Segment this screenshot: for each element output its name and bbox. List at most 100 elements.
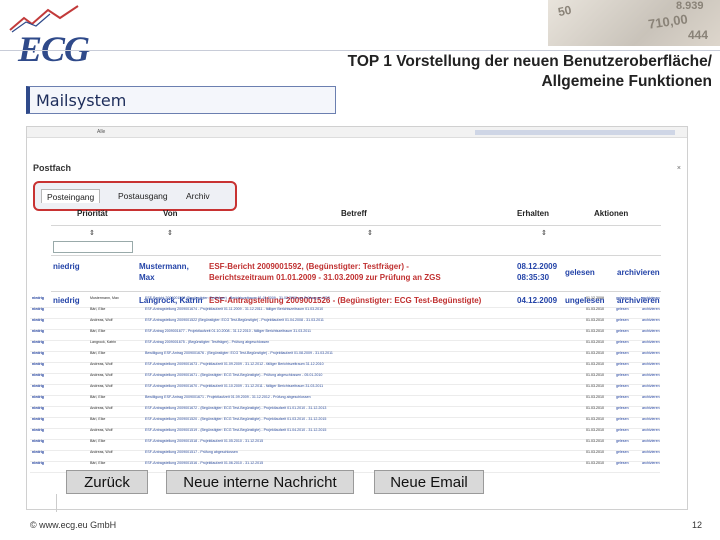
row-divider	[51, 291, 661, 292]
tab-posteingang[interactable]: Posteingang	[41, 189, 101, 203]
list-item-status[interactable]: gelesen	[616, 351, 629, 355]
list-item-sender: Bärl, Elke	[90, 329, 106, 333]
list-item-status[interactable]: gelesen	[616, 439, 629, 443]
list-item-action[interactable]: archivieren	[642, 373, 660, 377]
header-divider	[51, 225, 661, 226]
list-item-subject[interactable]: ESF-Antragstellung 2009001671 - (Begünst…	[145, 373, 595, 377]
list-item-sender: Andreas, Wolf	[90, 406, 113, 410]
list-item-action[interactable]: archivieren	[642, 307, 660, 311]
sort-icon[interactable]: ⇕	[89, 229, 95, 237]
list-item-action[interactable]: archivieren	[642, 329, 660, 333]
tab-archiv[interactable]: Archiv	[181, 189, 215, 203]
list-item-action[interactable]: archivieren	[642, 428, 660, 432]
list-item-subject[interactable]: ESF-Antragstellung 2009001522 (Begünstig…	[145, 318, 595, 322]
subject-line: ESF-Bericht 2009001592, (Begünstigter: T…	[209, 262, 409, 271]
list-item-date: 01.03.2010	[586, 351, 604, 355]
list-item-subject[interactable]: ESF-Antrag 2009001675 - (Begünstigter: T…	[145, 340, 595, 344]
sort-icon[interactable]: ⇕	[367, 229, 373, 237]
list-item-status[interactable]: gelesen	[616, 428, 629, 432]
topbar-menu-text[interactable]: Alle	[97, 129, 105, 135]
list-item-priority: niedrig	[32, 384, 44, 388]
list-item-status[interactable]: gelesen	[616, 307, 629, 311]
list-item-subject[interactable]: ESF-Antragstellung 2009001672 - (Begünst…	[145, 406, 595, 410]
list-item-subject[interactable]: ESF-Antragstellung 2009001516 - Projektl…	[145, 461, 595, 465]
list-item-action[interactable]: archivieren	[642, 362, 660, 366]
close-icon[interactable]: ×	[677, 165, 681, 172]
list-item-action[interactable]: archivieren	[642, 450, 660, 454]
list-item-subject[interactable]: ESF-Antragstellung 2009001673 - Projektl…	[145, 362, 595, 366]
list-item-status[interactable]: gelesen	[616, 296, 629, 300]
list-item-subject[interactable]: Bewilligung ESF-Antrag 2009001671 - Proj…	[145, 395, 595, 399]
page-number: 12	[691, 520, 702, 530]
list-item-action[interactable]: archivieren	[642, 340, 660, 344]
list-item-action[interactable]: archivieren	[642, 384, 660, 388]
list-item-status[interactable]: gelesen	[616, 318, 629, 322]
money-number: 710,00	[647, 11, 689, 32]
list-item-sender: Andreas, Wolf	[90, 384, 113, 388]
subject-cell[interactable]: ESF-Bericht 2009001592, (Begünstigter: T…	[209, 261, 509, 283]
back-button[interactable]: Zurück	[66, 470, 148, 494]
list-item-subject[interactable]: ESF-Antragstellung 2009001519 - (Begünst…	[145, 428, 595, 432]
list-item-status[interactable]: gelesen	[616, 450, 629, 454]
list-item-status[interactable]: gelesen	[616, 329, 629, 333]
list-item-status[interactable]: gelesen	[616, 373, 629, 377]
list-item-sender: Andreas, Wolf	[90, 450, 113, 454]
list-item-status[interactable]: gelesen	[616, 417, 629, 421]
tab-postausgang[interactable]: Postausgang	[113, 189, 173, 203]
list-item-subject[interactable]: Bewilligung ESF-Antrag 2009001676 - (Beg…	[145, 351, 595, 355]
header-divider	[0, 50, 720, 51]
list-item-status[interactable]: gelesen	[616, 340, 629, 344]
list-item-action[interactable]: archivieren	[642, 395, 660, 399]
subject-line: Berichtszeitraum 01.01.2009 - 31.03.2009…	[209, 273, 441, 282]
list-item-date: 01.03.2010	[586, 428, 604, 432]
list-item-subject[interactable]: ESF-Bericht 2009001592 (Begünstigter: Te…	[145, 296, 595, 300]
list-item-date: 01.03.2010	[586, 362, 604, 366]
list-item-date: 01.03.2010	[586, 406, 604, 410]
list-item-subject[interactable]: ESF-Antragstellung 2009001517 - Prüfung …	[145, 450, 595, 454]
list-item-action[interactable]: archivieren	[642, 296, 660, 300]
list-item-status[interactable]: gelesen	[616, 384, 629, 388]
list-item-status[interactable]: gelesen	[616, 461, 629, 465]
list-item-date: 01.03.2010	[586, 450, 604, 454]
list-item-date: 01.03.2010	[586, 395, 604, 399]
list-item-action[interactable]: archivieren	[642, 318, 660, 322]
list-item-date: 01.03.2010	[586, 318, 604, 322]
table-row[interactable]: niedrig Mustermann, Max ESF-Bericht 2009…	[51, 257, 661, 289]
priority-cell: niedrig	[53, 262, 80, 271]
list-item-action[interactable]: archivieren	[642, 461, 660, 465]
sort-icon[interactable]: ⇕	[167, 229, 173, 237]
mailbox-title: Postfach	[33, 163, 72, 173]
received-cell: 08.12.2009 08:35:30	[517, 261, 557, 283]
from-cell: Mustermann, Max	[139, 261, 189, 283]
list-item-status[interactable]: gelesen	[616, 406, 629, 410]
list-item-action[interactable]: archivieren	[642, 417, 660, 421]
from-line: Max	[139, 273, 155, 282]
list-item-action[interactable]: archivieren	[642, 439, 660, 443]
page-title-line: TOP 1 Vorstellung der neuen Benutzerober…	[347, 53, 712, 70]
list-item-subject[interactable]: ESF-Antragstellung 2009001518 - Projektl…	[145, 439, 595, 443]
list-item-priority: niedrig	[32, 329, 44, 333]
list-item-priority: niedrig	[32, 439, 44, 443]
list-item-date: 01.03.2010	[586, 329, 604, 333]
list-item-action[interactable]: archivieren	[642, 406, 660, 410]
read-status-link[interactable]: gelesen	[565, 267, 595, 278]
list-item-status[interactable]: gelesen	[616, 362, 629, 366]
list-item-status[interactable]: gelesen	[616, 395, 629, 399]
list-item-subject[interactable]: ESF-Antragstellung 2009001674 - Projektl…	[145, 307, 595, 311]
list-item-date: 01.03.2010	[586, 461, 604, 465]
new-internal-message-button[interactable]: Neue interne Nachricht	[166, 470, 354, 494]
archive-link[interactable]: archivieren	[617, 267, 660, 278]
list-item-priority: niedrig	[32, 351, 44, 355]
list-item-subject[interactable]: ESF-Antragstellung 2009001670 - Projektl…	[145, 384, 595, 388]
priority-filter-input[interactable]	[53, 241, 133, 253]
list-item-sender: Bärl, Elke	[90, 307, 106, 311]
sort-icon[interactable]: ⇕	[541, 229, 547, 237]
received-date: 08.12.2009	[517, 262, 558, 271]
list-item-action[interactable]: archivieren	[642, 351, 660, 355]
list-item-priority: niedrig	[32, 406, 44, 410]
logo-text: ECG	[18, 29, 90, 69]
list-item-subject[interactable]: ESF-Antragstellung 2009001520 - (Begünst…	[145, 417, 595, 421]
new-email-button[interactable]: Neue Email	[374, 470, 484, 494]
list-item-sender: Andreas, Wolf	[90, 373, 113, 377]
list-item-subject[interactable]: ESF-Antrag 2009001677 - Projektlaufzeit …	[145, 329, 595, 333]
